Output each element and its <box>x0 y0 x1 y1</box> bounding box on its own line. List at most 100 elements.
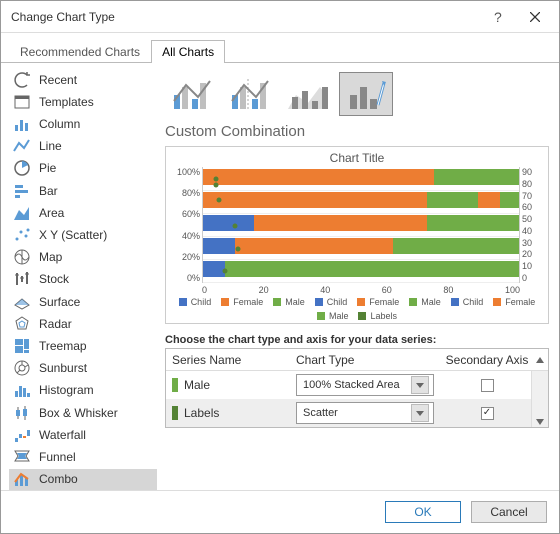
sidebar-item-waterfall[interactable]: Waterfall <box>9 424 157 445</box>
header-chart-type: Chart Type <box>296 353 443 367</box>
sidebar-item-label: Surface <box>39 295 80 309</box>
subtype-row <box>165 69 549 119</box>
sidebar-item-label: Treemap <box>39 339 87 353</box>
sidebar-item-label: Bar <box>39 184 58 198</box>
sidebar-item-x-y-scatter-[interactable]: X Y (Scatter) <box>9 224 157 245</box>
category-icon <box>13 182 31 200</box>
header-secondary-axis: Secondary Axis <box>443 353 531 367</box>
sidebar-item-combo[interactable]: Combo <box>9 469 157 490</box>
category-icon <box>13 226 31 244</box>
category-icon <box>13 204 31 222</box>
subtype-clustered-column-line-secondary[interactable] <box>223 72 277 116</box>
chart-type-select[interactable]: Scatter <box>296 402 434 424</box>
category-icon <box>13 270 31 288</box>
sidebar-item-box-whisker[interactable]: Box & Whisker <box>9 402 157 423</box>
sidebar-item-stock[interactable]: Stock <box>9 269 157 290</box>
legend-item: Female <box>493 297 535 307</box>
category-icon <box>13 359 31 377</box>
sidebar-item-funnel[interactable]: Funnel <box>9 446 157 467</box>
secondary-axis-checkbox[interactable] <box>481 379 494 392</box>
sidebar-item-label: Line <box>39 139 62 153</box>
legend-item: Male <box>409 297 441 307</box>
category-icon <box>13 159 31 177</box>
sidebar-item-label: Waterfall <box>39 428 86 442</box>
tab-strip: Recommended Charts All Charts <box>1 37 559 63</box>
chevron-down-icon <box>416 411 424 416</box>
sidebar-item-histogram[interactable]: Histogram <box>9 380 157 401</box>
cancel-button[interactable]: Cancel <box>471 501 547 523</box>
category-icon <box>13 337 31 355</box>
header-series-name: Series Name <box>166 353 296 367</box>
category-icon <box>13 137 31 155</box>
ok-button[interactable]: OK <box>385 501 461 523</box>
legend-item: Child <box>179 297 212 307</box>
svg-text:?: ? <box>494 10 502 24</box>
tab-all-charts[interactable]: All Charts <box>151 40 225 63</box>
sidebar-item-label: Histogram <box>39 383 94 397</box>
sidebar-item-label: Area <box>39 206 64 220</box>
category-icon <box>13 470 31 488</box>
sidebar-item-label: Combo <box>39 472 78 486</box>
y-axis: 100%80%60%40%20%0% <box>174 167 202 283</box>
subtype-custom-combination[interactable] <box>339 72 393 116</box>
legend-item: Child <box>315 297 348 307</box>
category-icon <box>13 381 31 399</box>
window-title: Change Chart Type <box>11 10 481 24</box>
sidebar-item-bar[interactable]: Bar <box>9 180 157 201</box>
category-icon <box>13 71 31 89</box>
sidebar-item-label: Stock <box>39 272 69 286</box>
help-button[interactable]: ? <box>481 3 517 31</box>
sidebar-item-label: Map <box>39 250 62 264</box>
grid-header: Series Name Chart Type Secondary Axis <box>166 349 548 371</box>
titlebar: Change Chart Type ? <box>1 1 559 33</box>
sidebar-item-radar[interactable]: Radar <box>9 313 157 334</box>
chart-preview[interactable]: Chart Title 100%80%60%40%20%0% 908070605… <box>165 146 549 324</box>
sidebar-item-treemap[interactable]: Treemap <box>9 335 157 356</box>
close-button[interactable] <box>517 3 553 31</box>
scrollbar[interactable] <box>531 371 548 427</box>
category-icon <box>13 315 31 333</box>
scroll-down-icon[interactable] <box>536 419 544 425</box>
sidebar-item-column[interactable]: Column <box>9 113 157 134</box>
category-icon <box>13 448 31 466</box>
series-name: Labels <box>184 406 219 420</box>
sidebar-item-pie[interactable]: Pie <box>9 158 157 179</box>
sidebar-item-label: Recent <box>39 73 77 87</box>
x-axis: 020406080100 <box>202 285 520 295</box>
legend-item: Female <box>221 297 263 307</box>
main-panel: Custom Combination Chart Title 100%80%60… <box>165 69 549 490</box>
sidebar-item-label: Pie <box>39 161 56 175</box>
category-icon <box>13 115 31 133</box>
sidebar-item-recent[interactable]: Recent <box>9 69 157 90</box>
sidebar-item-label: Radar <box>39 317 72 331</box>
legend-item: Child <box>451 297 484 307</box>
chart-type-select[interactable]: 100% Stacked Area <box>296 374 434 396</box>
secondary-axis-checkbox[interactable] <box>481 407 494 420</box>
sidebar-item-templates[interactable]: Templates <box>9 91 157 112</box>
subtype-stacked-area-column[interactable] <box>281 72 335 116</box>
sidebar-item-label: Funnel <box>39 450 76 464</box>
chevron-down-icon <box>416 383 424 388</box>
category-icon <box>13 93 31 111</box>
sidebar-item-label: Sunburst <box>39 361 87 375</box>
sidebar-item-sunburst[interactable]: Sunburst <box>9 358 157 379</box>
sidebar-item-label: X Y (Scatter) <box>39 228 107 242</box>
scroll-up-icon[interactable] <box>531 355 548 365</box>
tab-recommended[interactable]: Recommended Charts <box>9 40 151 63</box>
sidebar-item-line[interactable]: Line <box>9 136 157 157</box>
sidebar-item-map[interactable]: Map <box>9 247 157 268</box>
plot-area <box>202 167 520 283</box>
category-icon <box>13 248 31 266</box>
chart-category-list: Recent Templates Column Line Pie Bar Area X Y (… <box>9 69 157 490</box>
category-icon <box>13 293 31 311</box>
sidebar-item-label: Column <box>39 117 80 131</box>
secondary-y-axis: 9080706050403020100 <box>520 167 540 283</box>
subtype-title: Custom Combination <box>165 123 549 140</box>
series-row: Labels Scatter <box>166 399 531 427</box>
series-name: Male <box>184 378 210 392</box>
sidebar-item-surface[interactable]: Surface <box>9 291 157 312</box>
subtype-clustered-column-line[interactable] <box>165 72 219 116</box>
sidebar-item-area[interactable]: Area <box>9 202 157 223</box>
legend-item: Female <box>357 297 399 307</box>
series-row: Male 100% Stacked Area <box>166 371 531 399</box>
